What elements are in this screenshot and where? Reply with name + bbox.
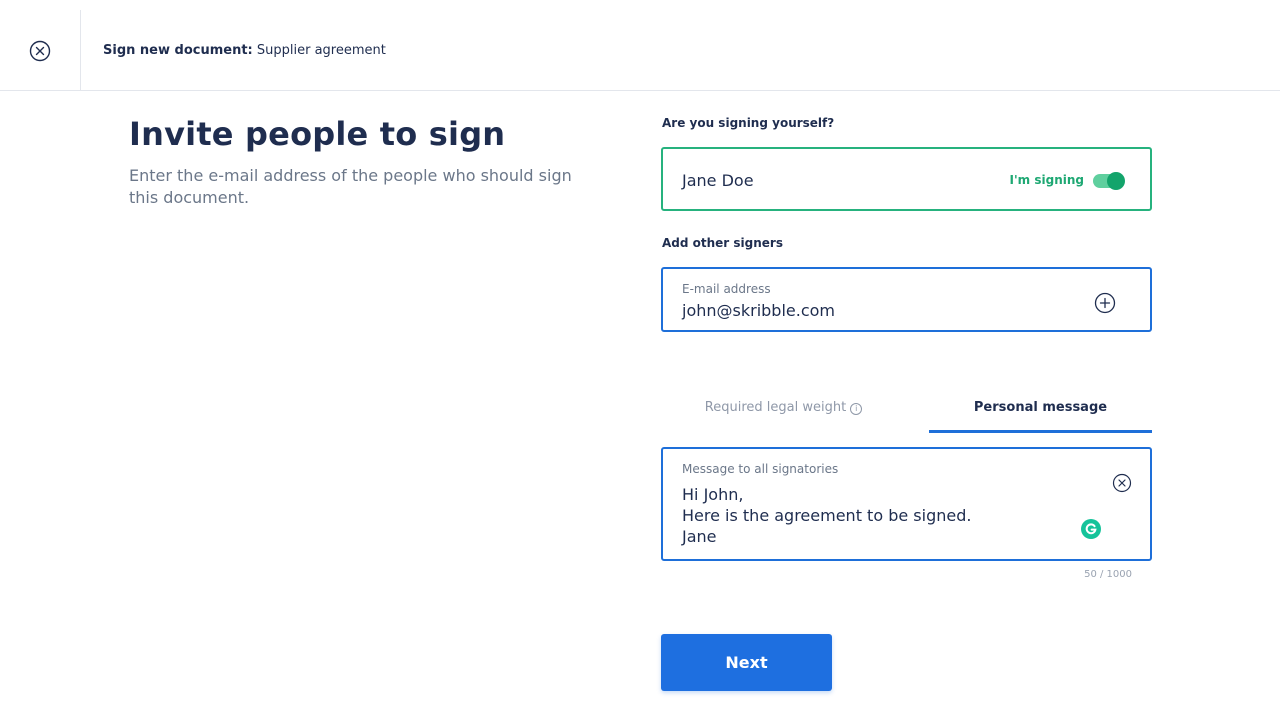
page-title: Invite people to sign: [129, 115, 506, 153]
personal-message-field[interactable]: Message to all signatories Hi John, Here…: [661, 447, 1152, 561]
message-line: Jane: [682, 527, 717, 546]
add-signer-icon[interactable]: [1094, 292, 1116, 314]
toggle-knob: [1107, 172, 1125, 190]
im-signing-toggle[interactable]: [1093, 172, 1125, 190]
self-signer-name: Jane Doe: [682, 171, 754, 190]
email-input-value[interactable]: john@skribble.com: [682, 301, 835, 320]
signing-options-tabs: Required legal weight i Personal message: [661, 395, 1152, 433]
email-field[interactable]: E-mail address john@skribble.com: [661, 267, 1152, 332]
self-signer-card: Jane Doe I'm signing: [661, 147, 1152, 211]
tab-personal-message[interactable]: Personal message: [929, 395, 1152, 433]
grammarly-icon[interactable]: [1081, 519, 1101, 539]
info-icon: i: [850, 403, 863, 415]
breadcrumb-label: Sign new document:: [103, 43, 253, 58]
tab-legal-label: Required legal weight: [704, 400, 847, 415]
message-textarea[interactable]: Hi John, Here is the agreement to be sig…: [682, 484, 971, 547]
message-line: Here is the agreement to be signed.: [682, 506, 972, 525]
other-signers-label: Add other signers: [662, 236, 783, 250]
message-line: Hi John,: [682, 485, 744, 504]
topbar-divider: [80, 10, 81, 91]
next-button[interactable]: Next: [661, 634, 832, 691]
clear-message-icon[interactable]: [1112, 473, 1132, 493]
breadcrumb: Sign new document: Supplier agreement: [103, 43, 386, 58]
message-field-label: Message to all signatories: [682, 462, 839, 476]
tab-required-legal-weight[interactable]: Required legal weight i: [661, 395, 906, 433]
message-character-counter: 50 / 1000: [1084, 569, 1132, 580]
page-subtitle: Enter the e-mail address of the people w…: [129, 166, 572, 207]
top-bar: Sign new document: Supplier agreement: [0, 0, 1280, 91]
tab-message-label: Personal message: [973, 400, 1108, 415]
close-icon[interactable]: [28, 39, 52, 63]
breadcrumb-document-name: Supplier agreement: [252, 43, 386, 58]
email-field-label: E-mail address: [682, 282, 771, 296]
self-signing-label: Are you signing yourself?: [662, 116, 835, 130]
im-signing-label: I'm signing: [1009, 173, 1084, 187]
